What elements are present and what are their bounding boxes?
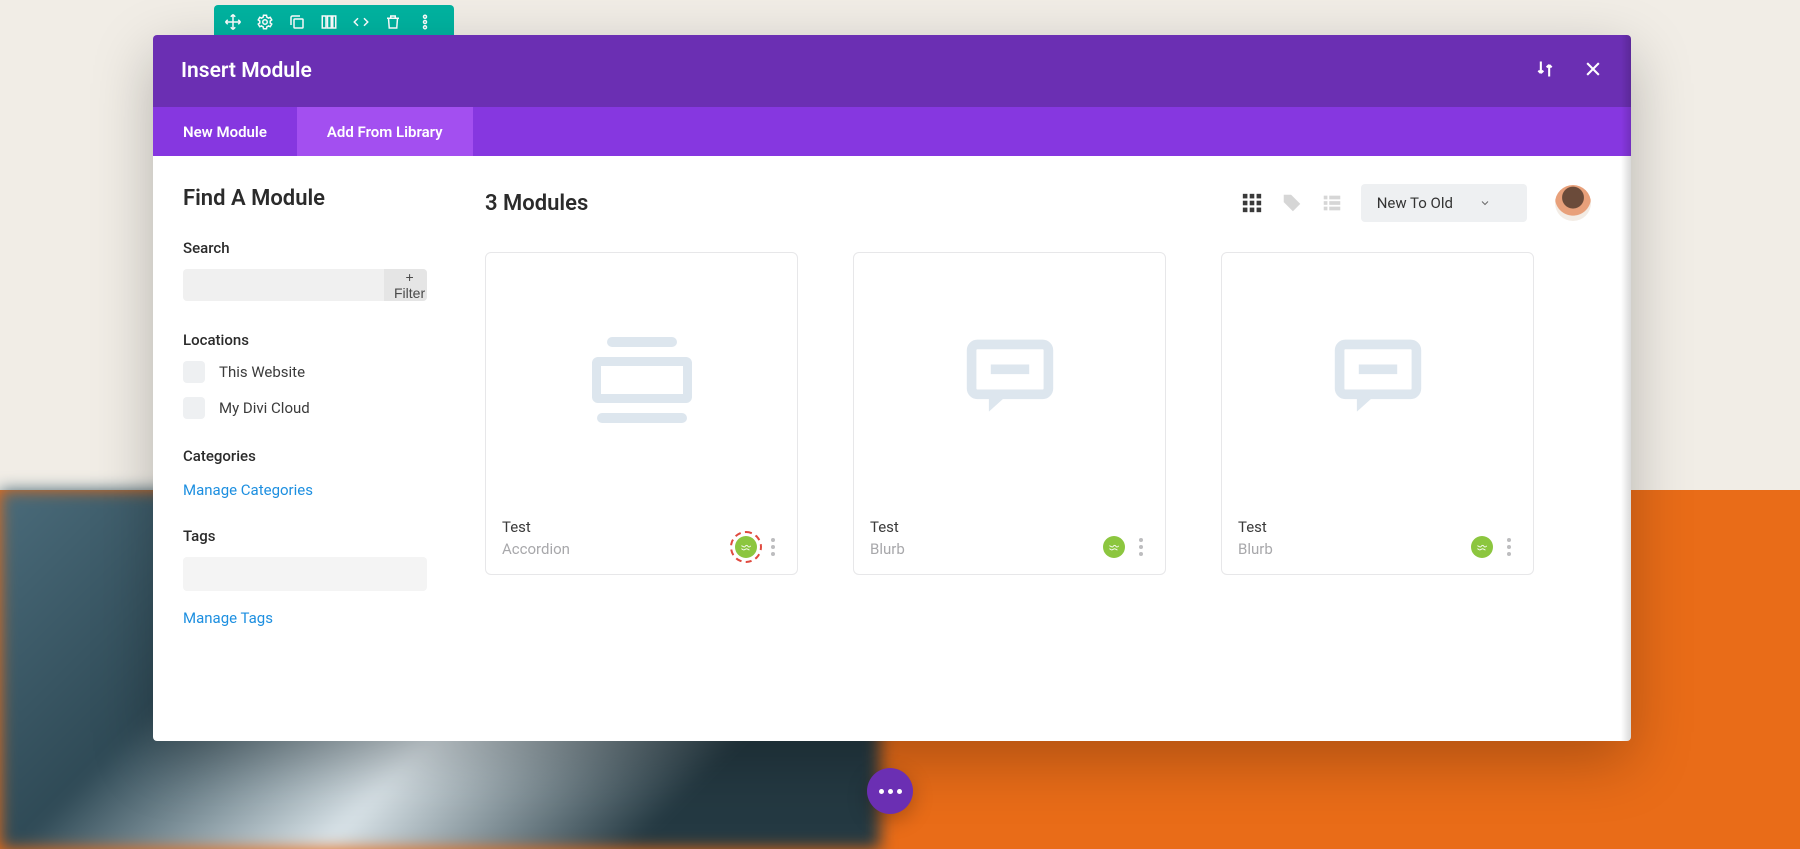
more-icon[interactable] — [765, 538, 781, 556]
filter-button[interactable]: + Filter — [384, 269, 427, 301]
tab-add-from-library[interactable]: Add From Library — [297, 107, 473, 156]
module-card-blurb-2[interactable]: Test Blurb — [1221, 252, 1534, 575]
card-type: Accordion — [502, 540, 570, 558]
card-title: Test — [1238, 518, 1273, 536]
more-icon[interactable] — [1501, 538, 1517, 556]
module-cards: Test Accordion — [485, 252, 1591, 575]
user-avatar[interactable] — [1555, 185, 1591, 221]
card-title: Test — [870, 518, 905, 536]
content-area: 3 Modules New To Old — [449, 156, 1631, 741]
tags-input[interactable] — [183, 557, 427, 591]
locations-label: Locations — [183, 331, 427, 349]
location-my-divi-cloud[interactable]: My Divi Cloud — [183, 397, 427, 419]
sidebar: Find A Module Search + Filter Locations … — [153, 156, 449, 741]
sort-select[interactable]: New To Old — [1361, 184, 1527, 222]
more-icon[interactable] — [416, 13, 434, 31]
search-input[interactable] — [183, 269, 384, 301]
chevron-down-icon — [1479, 197, 1491, 209]
tab-new-module[interactable]: New Module — [153, 107, 297, 156]
results-heading: 3 Modules — [485, 191, 588, 216]
globe-icon[interactable] — [1471, 536, 1493, 558]
insert-module-modal: Insert Module New Module Add From Librar… — [153, 35, 1631, 741]
card-title: Test — [502, 518, 570, 536]
builder-fab[interactable] — [867, 768, 913, 814]
close-icon[interactable] — [1583, 59, 1603, 83]
globe-icon[interactable] — [1103, 536, 1125, 558]
grid-view-icon[interactable] — [1241, 192, 1263, 214]
tag-view-icon[interactable] — [1281, 192, 1303, 214]
gear-icon[interactable] — [256, 13, 274, 31]
blurb-icon — [962, 334, 1058, 426]
globe-icon[interactable] — [735, 536, 757, 558]
manage-categories-link[interactable]: Manage Categories — [183, 481, 313, 499]
trash-icon[interactable] — [384, 13, 402, 31]
modal-tabs: New Module Add From Library — [153, 107, 1631, 156]
card-preview — [1222, 253, 1533, 506]
card-preview — [486, 253, 797, 506]
accordion-icon — [592, 337, 692, 423]
move-icon[interactable] — [224, 13, 242, 31]
categories-label: Categories — [183, 447, 427, 465]
blurb-icon — [1330, 334, 1426, 426]
duplicate-icon[interactable] — [288, 13, 306, 31]
manage-tags-link[interactable]: Manage Tags — [183, 609, 273, 627]
module-card-accordion[interactable]: Test Accordion — [485, 252, 798, 575]
sort-toggle-icon[interactable] — [1535, 59, 1555, 83]
checkbox-icon[interactable] — [183, 397, 205, 419]
checkbox-icon[interactable] — [183, 361, 205, 383]
columns-icon[interactable] — [320, 13, 338, 31]
card-type: Blurb — [870, 540, 905, 558]
list-view-icon[interactable] — [1321, 192, 1343, 214]
module-card-blurb[interactable]: Test Blurb — [853, 252, 1166, 575]
modal-header: Insert Module — [153, 35, 1631, 107]
search-label: Search — [183, 239, 427, 257]
sidebar-heading: Find A Module — [183, 186, 427, 211]
tags-label: Tags — [183, 527, 427, 545]
modal-title: Insert Module — [181, 59, 312, 83]
section-toolbar[interactable] — [214, 5, 454, 38]
location-this-website[interactable]: This Website — [183, 361, 427, 383]
card-preview — [854, 253, 1165, 506]
card-type: Blurb — [1238, 540, 1273, 558]
code-icon[interactable] — [352, 13, 370, 31]
more-icon[interactable] — [1133, 538, 1149, 556]
